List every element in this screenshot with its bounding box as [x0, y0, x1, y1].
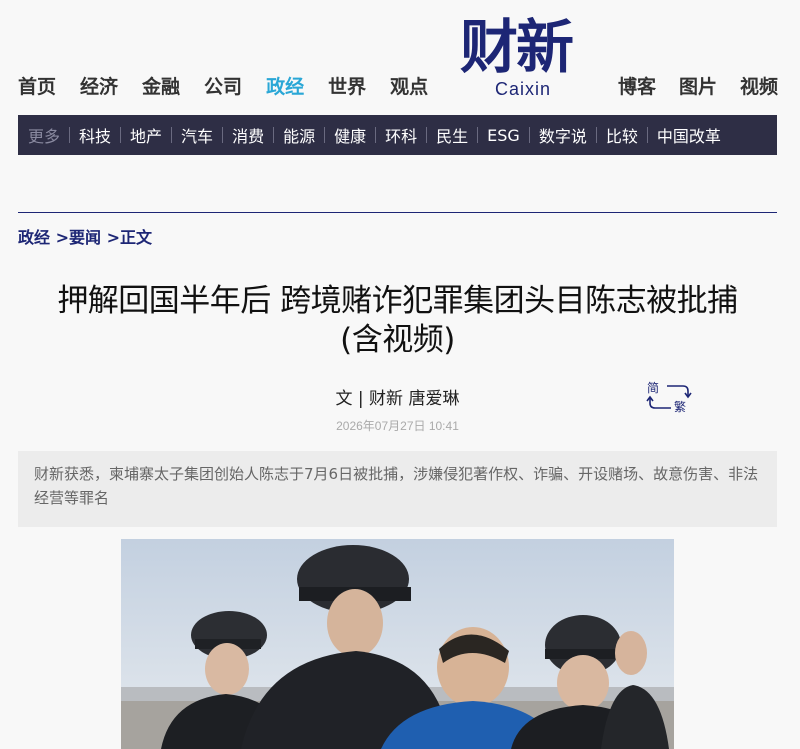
breadcrumb-separator: > [55, 228, 69, 247]
nav-economy[interactable]: 经济 [80, 72, 118, 99]
breadcrumb: 政经 >要闻 >正文 [18, 224, 152, 248]
channel-separator [375, 127, 377, 143]
convert-arrows-icon: 简 繁 [646, 381, 692, 414]
channel-auto[interactable]: 汽车 [181, 123, 213, 147]
traditional-label: 繁 [674, 399, 686, 413]
nav-photos[interactable]: 图片 [679, 72, 717, 99]
breadcrumb-article: 正文 [120, 228, 153, 247]
channel-livelihood[interactable]: 民生 [436, 123, 468, 147]
nav-blog[interactable]: 博客 [618, 72, 656, 99]
photo-illustration [121, 539, 674, 749]
nav-opinion[interactable]: 观点 [390, 72, 428, 99]
channel-data[interactable]: 数字说 [539, 123, 587, 147]
article-lead-photo [121, 539, 674, 749]
nav-companies[interactable]: 公司 [204, 72, 242, 99]
channel-consumer[interactable]: 消费 [232, 123, 264, 147]
channel-separator [120, 127, 122, 143]
section-divider [18, 212, 777, 213]
breadcrumb-politics[interactable]: 政经 [18, 228, 50, 247]
channel-separator [171, 127, 173, 143]
article-title-line1: 押解回国半年后 跨境赌诈犯罪集团头目陈志被批捕 [57, 283, 738, 319]
nav-video[interactable]: 视频 [740, 72, 778, 99]
channel-esg[interactable]: ESG [487, 126, 520, 145]
channel-separator [69, 127, 71, 143]
logo-english: Caixin [494, 79, 552, 99]
simplified-traditional-toggle-icon[interactable]: 简 繁 [645, 379, 693, 414]
breadcrumb-separator: > [106, 228, 120, 247]
channel-health[interactable]: 健康 [334, 123, 366, 147]
nav-home[interactable]: 首页 [18, 72, 56, 99]
simplified-label: 简 [647, 381, 659, 395]
main-nav-left: 首页 经济 金融 公司 政经 世界 观点 [18, 72, 452, 99]
channel-separator [477, 127, 479, 143]
channel-separator [646, 127, 648, 143]
channel-separator [273, 127, 275, 143]
nav-finance[interactable]: 金融 [142, 72, 180, 99]
top-nav: 首页 经济 金融 公司 政经 世界 观点 财新 Caixin 博客 图片 视频 [0, 0, 800, 115]
caixin-logo[interactable]: 财新 Caixin [460, 16, 586, 106]
main-nav-right: 博客 图片 视频 [618, 72, 778, 99]
channel-environment[interactable]: 环科 [385, 123, 417, 147]
channel-separator [528, 127, 530, 143]
channel-more[interactable]: 更多 [28, 123, 60, 147]
nav-politics[interactable]: 政经 [266, 72, 304, 99]
channel-separator [595, 127, 597, 143]
channel-realestate[interactable]: 地产 [130, 123, 162, 147]
channel-energy[interactable]: 能源 [283, 123, 315, 147]
nav-world[interactable]: 世界 [328, 72, 366, 99]
breadcrumb-news[interactable]: 要闻 [69, 228, 101, 247]
channel-bar: 更多 科技 地产 汽车 消费 能源 健康 环科 民生 ESG 数字说 比较 中国… [18, 115, 777, 155]
channel-separator [222, 127, 224, 143]
article-date: 2026年07月27日 10:41 [336, 419, 459, 433]
article-title-line2: (含视频) [340, 322, 455, 358]
channel-compare[interactable]: 比较 [606, 123, 638, 147]
article-summary: 财新获悉，柬埔寨太子集团创始人陈志于7月6日被批捕，涉嫌侵犯著作权、诈骗、开设赌… [18, 451, 777, 527]
channel-separator [324, 127, 326, 143]
logo-chinese: 财新 [460, 13, 574, 81]
channel-separator [426, 127, 428, 143]
channel-reform[interactable]: 中国改革 [657, 123, 721, 147]
channel-tech[interactable]: 科技 [79, 123, 111, 147]
article-title: 押解回国半年后 跨境赌诈犯罪集团头目陈志被批捕 (含视频) [18, 282, 777, 360]
